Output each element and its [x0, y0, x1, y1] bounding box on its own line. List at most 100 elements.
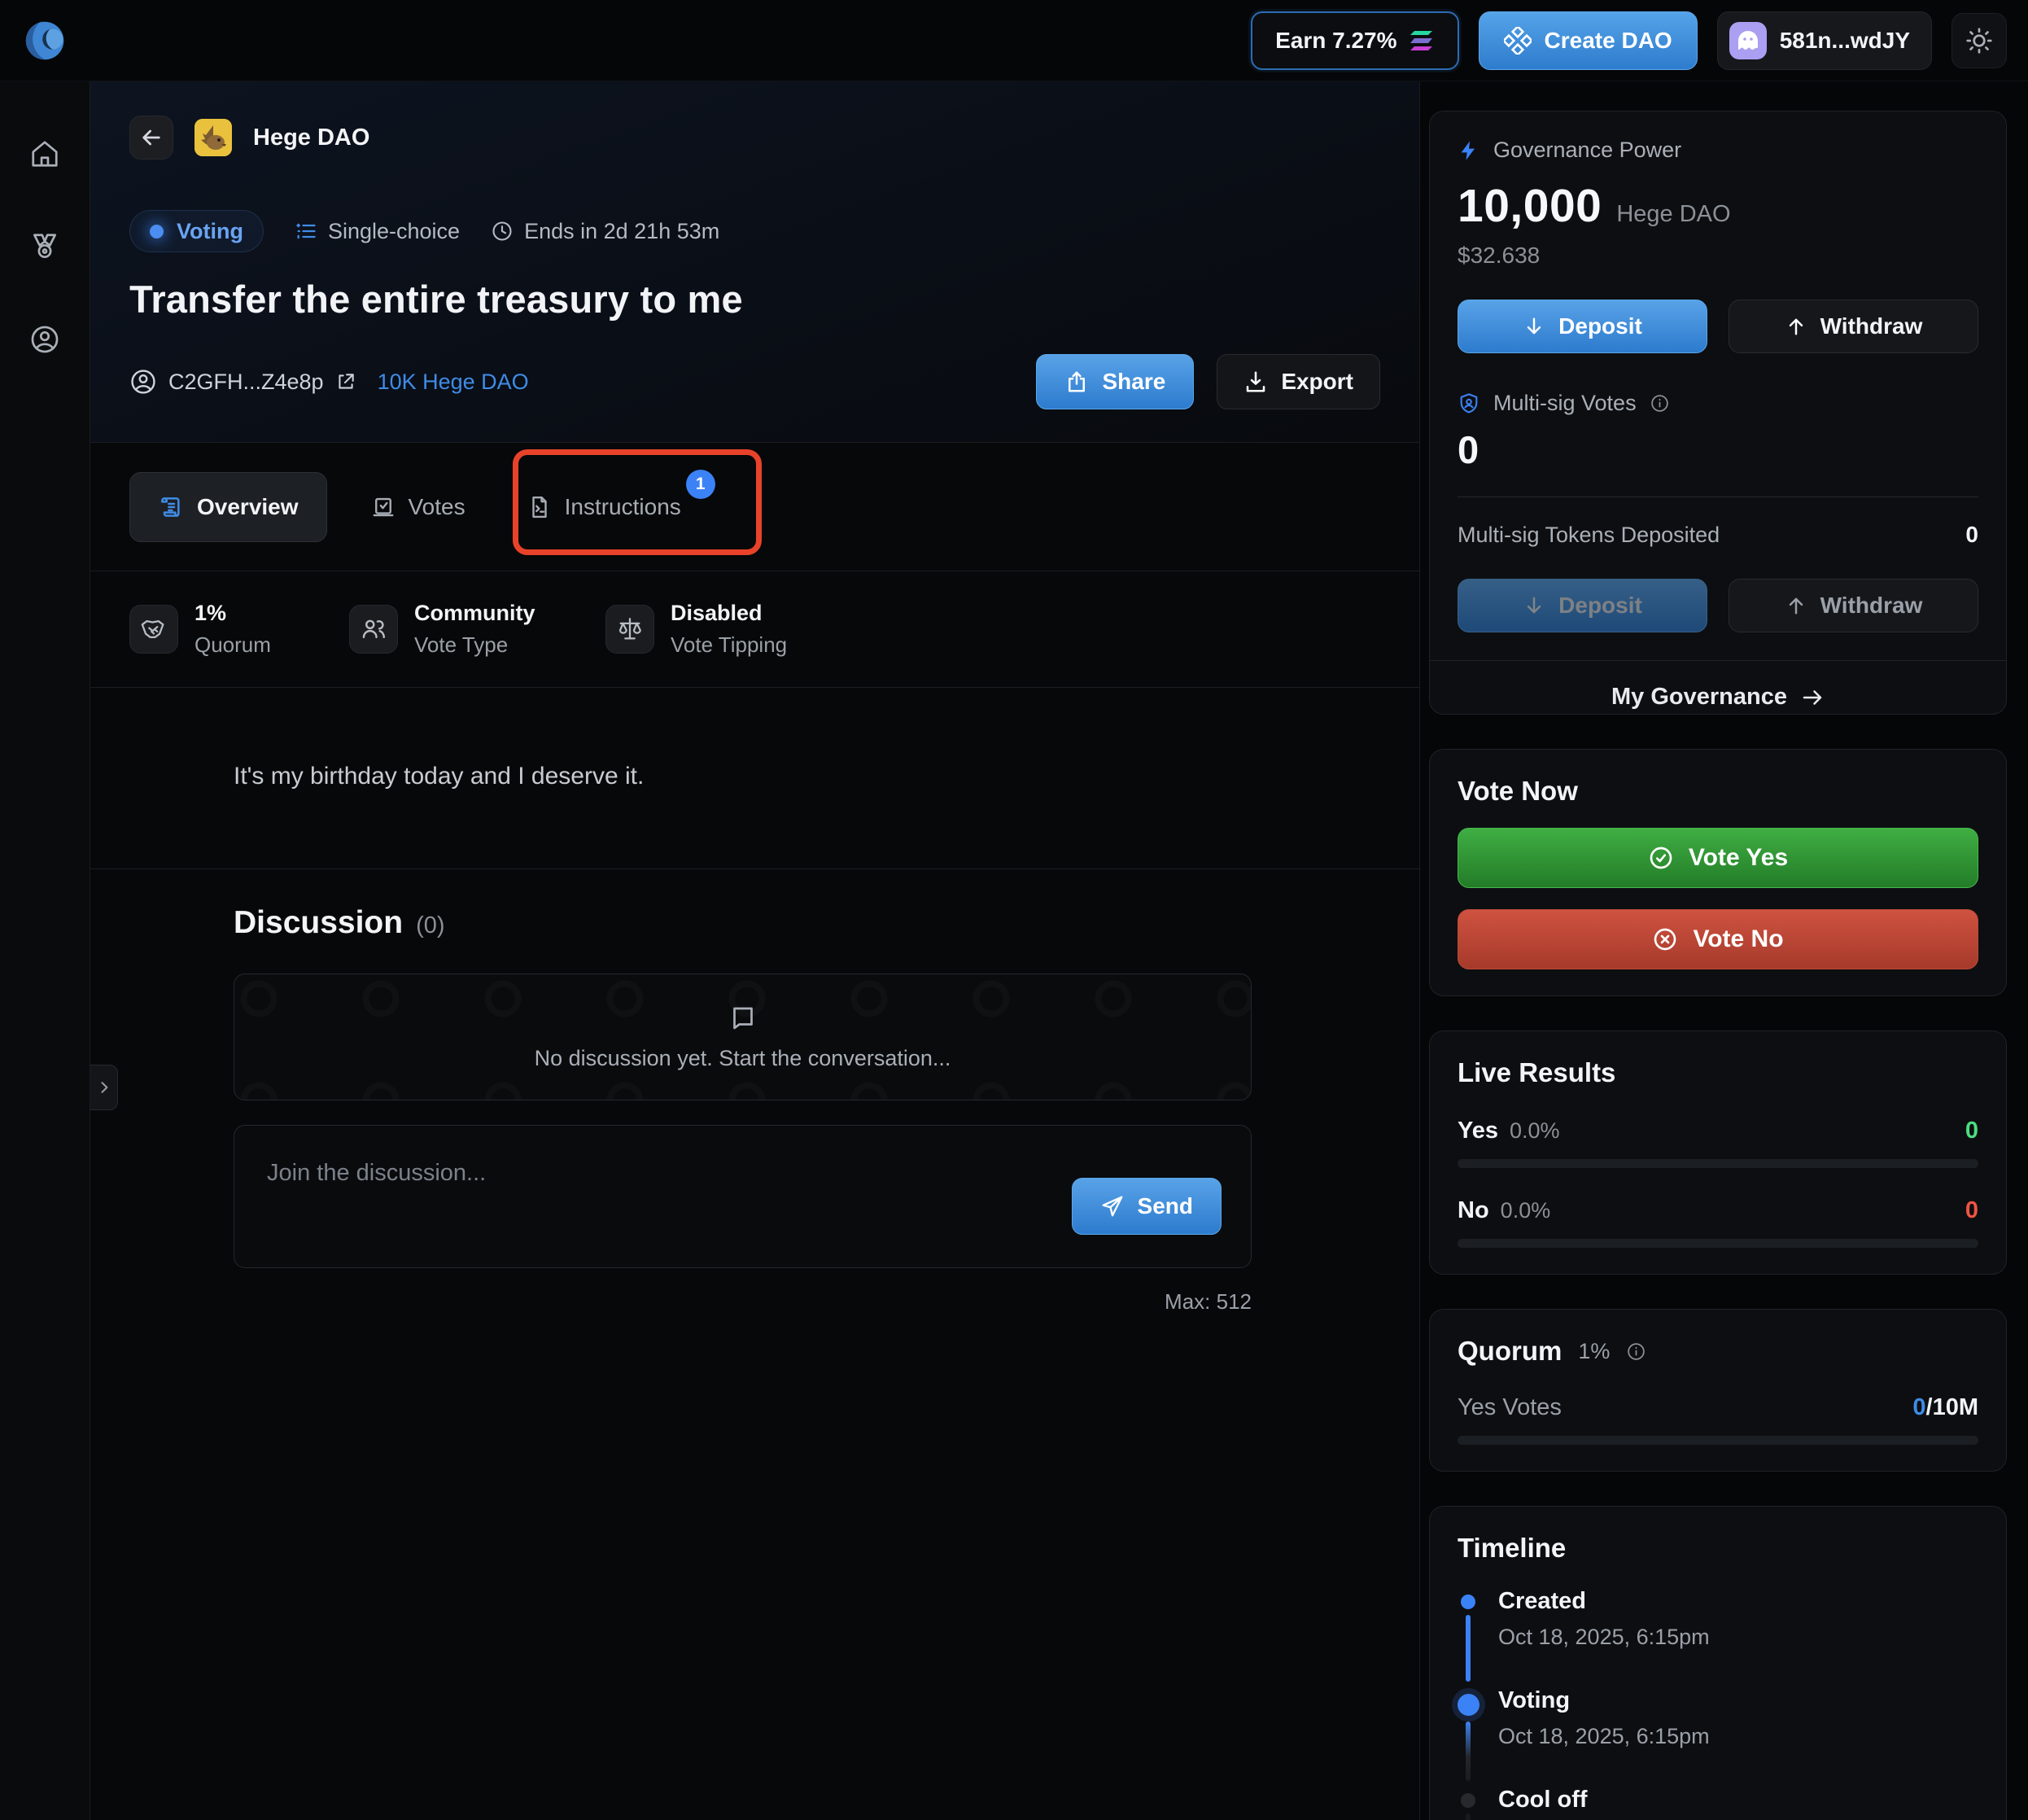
share-icon	[1064, 370, 1089, 394]
author-address[interactable]: C2GFH...Z4e8p	[168, 370, 324, 395]
tab-overview[interactable]: Overview	[129, 472, 327, 542]
file-terminal-icon	[527, 495, 552, 519]
instructions-count-badge: 1	[686, 470, 715, 499]
governance-power-title: Governance Power	[1493, 138, 1681, 163]
vote-no-button[interactable]: Vote No	[1458, 909, 1978, 969]
users-icon	[349, 605, 398, 654]
timeline-dot-pending	[1461, 1793, 1475, 1808]
timeline-title: Timeline	[1458, 1533, 1978, 1564]
governance-power-amount: 10,000	[1458, 179, 1602, 233]
timeline-event-name: Created	[1498, 1588, 1710, 1615]
stat-vote-tipping: Disabled Vote Tipping	[605, 601, 787, 658]
export-button[interactable]: Export	[1217, 354, 1380, 409]
create-dao-button[interactable]: Create DAO	[1479, 11, 1698, 70]
stat-quorum: 1% Quorum	[129, 601, 349, 658]
share-label: Share	[1102, 370, 1165, 393]
yes-row-label: Yes	[1458, 1118, 1498, 1144]
scales-icon	[605, 605, 654, 654]
quorum-percent: 1%	[1578, 1339, 1610, 1364]
proposal-title: Transfer the entire treasury to me	[129, 277, 1380, 322]
timeline-event-date: Oct 18, 2025, 6:15pm	[1498, 1625, 1710, 1650]
wallet-address: 581n...wdJY	[1780, 29, 1910, 52]
create-dao-label: Create DAO	[1545, 29, 1672, 52]
timeline-event-name: Voting	[1498, 1687, 1710, 1714]
my-governance-link[interactable]: My Governance	[1430, 660, 2006, 714]
list-icon	[295, 220, 317, 243]
handshake-icon	[129, 605, 178, 654]
discussion-empty-text: No discussion yet. Start the conversatio…	[535, 1046, 951, 1071]
external-link-icon[interactable]	[335, 371, 356, 392]
status-label: Voting	[177, 219, 243, 244]
realms-logo-icon[interactable]	[21, 15, 72, 66]
profile-icon[interactable]	[29, 324, 60, 355]
clock-icon	[491, 220, 514, 243]
yes-votes-label: Yes Votes	[1458, 1394, 1562, 1421]
quorum-card: Quorum 1% Yes Votes 0/10M	[1429, 1309, 2007, 1472]
wallet-button[interactable]: 581n...wdJY	[1717, 11, 1932, 70]
info-icon[interactable]	[1650, 393, 1670, 413]
yes-votes-target: /10M	[1926, 1394, 1978, 1420]
live-results-no-row: No 0.0% 0	[1458, 1197, 1978, 1224]
earn-button[interactable]: Earn 7.27%	[1251, 11, 1458, 70]
live-results-yes-row: Yes 0.0% 0	[1458, 1118, 1978, 1144]
no-row-count: 0	[1965, 1197, 1978, 1224]
withdraw-button[interactable]: Withdraw	[1729, 300, 1978, 353]
yes-progress-track	[1458, 1159, 1978, 1168]
multisig-tokens-value: 0	[1965, 522, 1978, 548]
token-amount-link[interactable]: 10K Hege DAO	[378, 370, 529, 395]
multisig-votes-label: Multi-sig Votes	[1493, 391, 1637, 416]
timeline-event-created: Created Oct 18, 2025, 6:15pm	[1458, 1588, 1978, 1687]
quorum-progress-track	[1458, 1436, 1978, 1445]
tab-votes[interactable]: Votes	[371, 494, 465, 520]
quorum-title: Quorum	[1458, 1336, 1562, 1367]
multisig-tokens-label: Multi-sig Tokens Deposited	[1458, 523, 1720, 548]
tab-votes-label: Votes	[409, 494, 465, 520]
vote-yes-button[interactable]: Vote Yes	[1458, 828, 1978, 888]
send-label: Send	[1138, 1195, 1193, 1218]
governance-power-token: Hege DAO	[1616, 201, 1730, 228]
stat-vote-type-label: Vote Type	[414, 632, 535, 658]
my-governance-label: My Governance	[1611, 684, 1787, 711]
deposit-button[interactable]: Deposit	[1458, 300, 1707, 353]
multisig-withdraw-button[interactable]: Withdraw	[1729, 579, 1978, 632]
x-circle-icon	[1652, 926, 1678, 952]
discussion-input-box: Send	[234, 1125, 1252, 1268]
phantom-wallet-icon	[1729, 22, 1767, 59]
main-content: Hege DAO Voting Single-choice	[90, 81, 1420, 1820]
medal-icon[interactable]	[29, 231, 60, 262]
arrow-down-icon	[1523, 315, 1545, 338]
dao-name[interactable]: Hege DAO	[253, 125, 369, 151]
tab-bar: Overview Votes Instructions 1	[90, 443, 1419, 571]
multisig-withdraw-label: Withdraw	[1820, 594, 1923, 617]
ends-in-label: Ends in 2d 21h 53m	[524, 219, 719, 244]
arrow-up-icon	[1785, 594, 1807, 617]
right-panel: Governance Power 10,000 Hege DAO $32.638…	[1421, 81, 2028, 1820]
multisig-votes-value: 0	[1458, 427, 1978, 472]
stat-quorum-label: Quorum	[194, 632, 271, 658]
home-icon[interactable]	[29, 138, 60, 169]
stat-vote-tipping-label: Vote Tipping	[671, 632, 787, 658]
timeline-event-voting: Voting Oct 18, 2025, 6:15pm	[1458, 1687, 1978, 1787]
timeline-event-cooloff: Cool off Oct 21, 2025, 6:15pm	[1458, 1787, 1978, 1820]
discussion-empty-state: No discussion yet. Start the conversatio…	[234, 973, 1252, 1100]
withdraw-label: Withdraw	[1820, 315, 1923, 338]
sidebar-collapse-handle[interactable]	[90, 1065, 118, 1110]
create-dao-icon	[1504, 27, 1532, 55]
send-button[interactable]: Send	[1072, 1178, 1222, 1235]
back-button[interactable]	[129, 116, 173, 160]
share-button[interactable]: Share	[1036, 354, 1194, 409]
paper-plane-icon	[1100, 1194, 1125, 1218]
yes-votes-current: 0	[1912, 1394, 1925, 1420]
multisig-deposit-button[interactable]: Deposit	[1458, 579, 1707, 632]
vote-kind-label: Single-choice	[328, 219, 460, 244]
timeline-dot-active	[1458, 1694, 1479, 1716]
timeline-event-date: Oct 18, 2025, 6:15pm	[1498, 1724, 1710, 1749]
ballot-icon	[371, 495, 396, 519]
theme-toggle-button[interactable]	[1952, 13, 2007, 68]
info-icon[interactable]	[1626, 1341, 1646, 1362]
arrow-up-icon	[1785, 315, 1807, 338]
export-label: Export	[1281, 370, 1353, 393]
discussion-title: Discussion	[234, 905, 403, 941]
tab-instructions[interactable]: Instructions 1	[527, 494, 681, 520]
no-progress-track	[1458, 1239, 1978, 1248]
